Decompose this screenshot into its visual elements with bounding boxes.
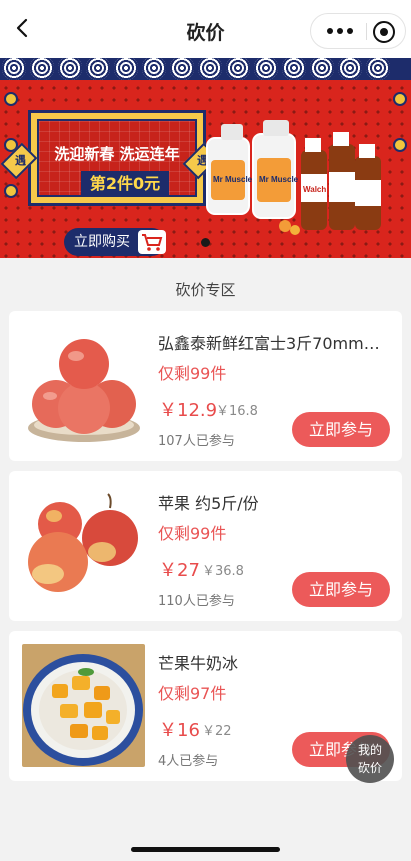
banner-tag-left-text: 遇 <box>15 154 26 167</box>
banner-ornament <box>4 184 18 198</box>
original-price: ￥16.8 <box>216 404 258 419</box>
shopping-cart-icon <box>138 230 166 254</box>
promo-offer: 第2件0元 <box>81 171 169 197</box>
original-price: ￥22 <box>202 724 232 739</box>
banner-ornament <box>393 138 407 152</box>
carousel-indicator-dot[interactable] <box>201 238 210 247</box>
product-image-mango-milk-ice <box>22 644 145 767</box>
participants-count: 4人已参与 <box>158 754 219 769</box>
join-bargain-button[interactable]: 立即参与 <box>292 572 390 607</box>
product-name: 芒果牛奶冰 <box>158 654 239 673</box>
banner-ornament <box>4 92 18 106</box>
participants-count: 110人已参与 <box>158 594 235 609</box>
stock-remaining: 仅剩99件 <box>158 524 227 543</box>
product-bottles-image: Mr Muscle Mr Muscle Walch <box>206 120 381 235</box>
brand-label-3: Walch <box>303 185 326 194</box>
my-bargain-line2: 砍价 <box>357 761 382 775</box>
product-card[interactable]: 弘鑫泰新鲜红富士3斤70mm… 仅剩99件 ￥12.9 ￥16.8 107人已参… <box>9 311 402 461</box>
more-icon[interactable] <box>321 14 359 48</box>
brand-label-1: Mr Muscle <box>213 175 253 184</box>
banner-pattern-strip <box>0 58 411 80</box>
promo-headline: 洗迎新春 洗运连年 <box>54 145 180 163</box>
bargain-price: ￥27 <box>159 560 200 581</box>
product-card[interactable]: 苹果 约5斤/份 仅剩99件 ￥27 ￥36.8 110人已参与 立即参与 <box>9 471 402 621</box>
original-price: ￥36.8 <box>202 564 244 579</box>
product-card[interactable]: 芒果牛奶冰 仅剩97件 ￥16 ￥22 4人已参与 立即参与 <box>9 631 402 781</box>
participants-count: 107人已参与 <box>158 434 235 449</box>
bargain-price: ￥12.9 <box>159 400 218 421</box>
my-bargain-float-button[interactable]: 我的 砍价 <box>346 735 394 783</box>
stock-remaining: 仅剩97件 <box>158 684 227 703</box>
stock-remaining: 仅剩99件 <box>158 364 227 383</box>
capsule-divider <box>366 23 367 40</box>
close-target-icon[interactable] <box>373 21 395 43</box>
product-name: 苹果 约5斤/份 <box>158 494 259 513</box>
product-image-red-apples <box>22 324 145 447</box>
brand-label-2: Mr Muscle <box>259 175 299 184</box>
product-image-apples <box>22 484 145 607</box>
promo-frame: 洗迎新春 洗运连年 第2件0元 <box>28 110 206 206</box>
bargain-price: ￥16 <box>159 720 200 741</box>
product-name: 弘鑫泰新鲜红富士3斤70mm… <box>158 334 380 353</box>
join-bargain-button[interactable]: 立即参与 <box>292 412 390 447</box>
my-bargain-line1: 我的 <box>357 743 382 757</box>
mini-program-capsule <box>310 13 406 49</box>
banner-ornament <box>393 92 407 106</box>
promo-banner[interactable]: 洗迎新春 洗运连年 第2件0元 遇 遇 立即购买 Mr Muscle Mr Mu… <box>0 58 411 258</box>
top-nav-bar: 砍价 <box>0 0 411 58</box>
section-title: 砍价专区 <box>175 281 236 299</box>
home-indicator <box>131 847 280 852</box>
